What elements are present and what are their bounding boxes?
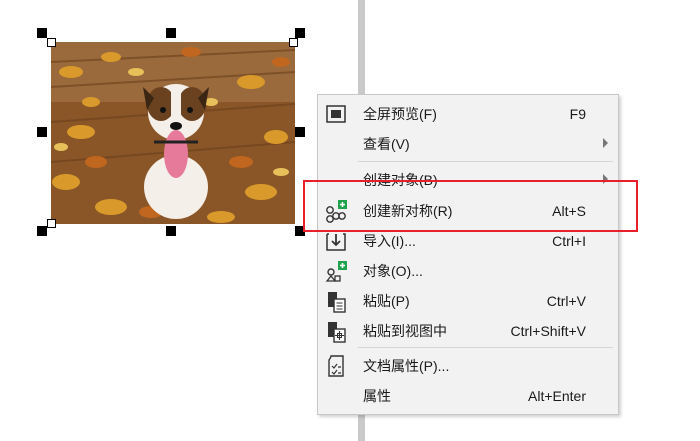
corner-node-top-left[interactable] — [47, 38, 56, 47]
drawing-canvas[interactable]: 全屏预览(F) F9 查看(V) 创建对象(B) 创建新对称(R) Alt+S … — [0, 0, 700, 441]
objects-icon — [323, 258, 349, 284]
menu-item-shortcut: Ctrl+Shift+V — [510, 323, 586, 339]
menu-item-paste[interactable]: 粘贴(P) Ctrl+V — [318, 286, 618, 316]
paste-icon — [323, 288, 349, 314]
corner-node-bottom-left[interactable] — [47, 219, 56, 228]
menu-item-label: 对象(O)... — [363, 263, 423, 279]
resize-handle-top-right[interactable] — [295, 28, 305, 38]
document-properties-icon — [323, 353, 349, 379]
menu-item-label: 粘贴(P) — [363, 293, 410, 309]
dog-photo-image — [51, 42, 295, 224]
menu-item-shortcut: F9 — [569, 106, 586, 122]
context-menu: 全屏预览(F) F9 查看(V) 创建对象(B) 创建新对称(R) Alt+S … — [317, 94, 619, 415]
menu-item-shortcut: Ctrl+I — [552, 233, 586, 249]
menu-item-objects[interactable]: 对象(O)... — [318, 256, 618, 286]
annotation-highlight-box — [303, 180, 638, 232]
fullscreen-preview-icon — [323, 101, 349, 127]
menu-separator — [358, 161, 613, 162]
submenu-arrow-icon — [603, 138, 608, 148]
resize-handle-bottom[interactable] — [166, 226, 176, 236]
resize-handle-top-left[interactable] — [37, 28, 47, 38]
menu-item-shortcut: Alt+Enter — [528, 388, 586, 404]
menu-item-label: 粘贴到视图中 — [363, 323, 447, 339]
menu-item-label: 文档属性(P)... — [363, 358, 450, 374]
menu-item-label: 属性 — [363, 388, 391, 404]
selected-photo[interactable] — [51, 42, 295, 224]
menu-item-label: 查看(V) — [363, 136, 410, 152]
menu-item-fullscreen-preview[interactable]: 全屏预览(F) F9 — [318, 99, 618, 129]
menu-item-view[interactable]: 查看(V) — [318, 129, 618, 159]
menu-item-paste-in-view[interactable]: 粘贴到视图中 Ctrl+Shift+V — [318, 316, 618, 346]
menu-item-document-properties[interactable]: 文档属性(P)... — [318, 351, 618, 381]
resize-handle-top[interactable] — [166, 28, 176, 38]
resize-handle-right[interactable] — [295, 127, 305, 137]
resize-handle-bottom-left[interactable] — [37, 226, 47, 236]
resize-handle-left[interactable] — [37, 127, 47, 137]
menu-item-label: 导入(I)... — [363, 233, 416, 249]
menu-item-shortcut: Ctrl+V — [546, 293, 586, 309]
corner-node-top-right[interactable] — [289, 38, 298, 47]
menu-item-properties[interactable]: 属性 Alt+Enter — [318, 381, 618, 411]
paste-in-view-icon — [323, 318, 349, 344]
menu-separator — [358, 347, 613, 348]
menu-item-label: 全屏预览(F) — [363, 106, 437, 122]
